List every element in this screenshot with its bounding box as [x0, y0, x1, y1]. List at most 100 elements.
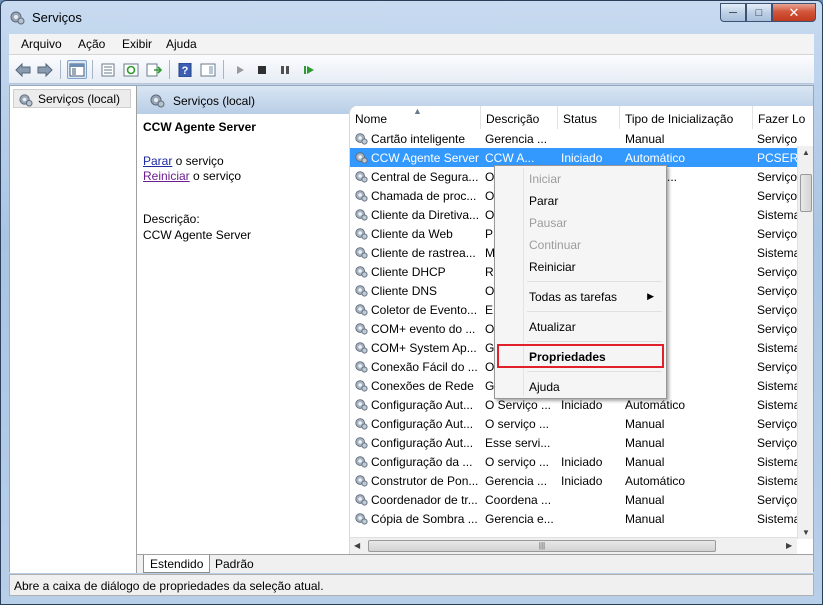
- horizontal-scroll-thumb[interactable]: |||: [368, 540, 716, 552]
- ctx-item-ajuda[interactable]: Ajuda: [497, 376, 664, 397]
- vertical-scrollbar[interactable]: ▲ ▼: [797, 146, 813, 539]
- cell-startup: Manual: [625, 512, 665, 526]
- table-row[interactable]: Configuração Aut... Esse servi... Manual Se…: [350, 433, 797, 452]
- pause-service-button[interactable]: [275, 60, 295, 79]
- tab-estendido[interactable]: Estendido: [143, 555, 211, 573]
- cell-desc: O Serviço ...: [485, 398, 552, 412]
- service-gear-icon: [355, 152, 368, 164]
- ctx-item-reiniciar[interactable]: Reiniciar: [497, 256, 664, 277]
- cell-logon: Serviço: [757, 284, 798, 298]
- export-list-button[interactable]: [144, 60, 164, 79]
- scroll-left-icon[interactable]: ◀: [354, 541, 360, 550]
- column-header-label: Tipo de Inicialização: [625, 112, 734, 126]
- table-row[interactable]: Cópia de Sombra ... Gerencia e... Manual Si…: [350, 509, 799, 528]
- cell-desc: Gerencia e...: [485, 512, 554, 526]
- menu-ajuda[interactable]: Ajuda: [166, 37, 197, 51]
- cell-name: Coordenador de tr...: [371, 493, 478, 507]
- services-gear-icon: [150, 94, 165, 108]
- show-hide-tree-button[interactable]: [67, 60, 87, 79]
- menu-exibir[interactable]: Exibir: [122, 37, 152, 51]
- close-icon: ✕: [788, 4, 800, 20]
- table-row[interactable]: Configuração da ... O serviço ... Iniciado…: [350, 452, 799, 471]
- ctx-item-iniciar[interactable]: Iniciar: [497, 168, 664, 189]
- ctx-label: Pausar: [529, 216, 568, 230]
- cell-desc: Gerencia ...: [485, 132, 548, 146]
- service-gear-icon: [355, 513, 368, 525]
- back-button[interactable]: [13, 60, 33, 79]
- tree-item-services-local[interactable]: Serviços (local): [13, 89, 131, 108]
- menu-acao[interactable]: Ação: [78, 37, 105, 51]
- cell-status: Iniciado: [561, 474, 603, 488]
- service-gear-icon: [355, 418, 368, 430]
- vertical-scroll-thumb[interactable]: [800, 174, 812, 212]
- cell-desc: CCW A...: [485, 151, 535, 165]
- column-header-name[interactable]: ▲ Nome: [350, 106, 481, 129]
- stop-service-link[interactable]: Parar: [143, 154, 172, 168]
- column-header-label: Nome: [355, 112, 388, 126]
- ctx-item-continuar[interactable]: Continuar: [497, 234, 664, 255]
- title-bar[interactable]: Serviços ─ □ ✕: [1, 1, 822, 33]
- service-gear-icon: [355, 361, 368, 373]
- column-header-startup-type[interactable]: Tipo de Inicialização: [620, 106, 753, 129]
- scroll-up-icon[interactable]: ▲: [802, 148, 810, 157]
- horizontal-scrollbar[interactable]: ◀ ||| ▶: [350, 537, 797, 554]
- close-button[interactable]: ✕: [772, 3, 816, 22]
- cell-name: Cliente da Web: [371, 227, 453, 241]
- column-header-logon[interactable]: Fazer Lo: [753, 106, 813, 129]
- cell-logon: Serviço: [757, 265, 798, 279]
- cell-logon: Sistema: [757, 455, 799, 469]
- column-header-status[interactable]: Status: [558, 106, 620, 129]
- minimize-icon: ─: [729, 6, 737, 19]
- cell-startup: Automático: [625, 151, 686, 165]
- view-tabs: Estendido Padrão: [137, 554, 813, 573]
- forward-button[interactable]: [35, 60, 55, 79]
- ctx-item-parar[interactable]: Parar: [497, 190, 664, 211]
- cell-name: Cópia de Sombra ...: [371, 512, 478, 526]
- column-header-label: Descrição: [486, 112, 540, 126]
- ctx-label: Reiniciar: [529, 260, 576, 274]
- minimize-button[interactable]: ─: [720, 3, 746, 22]
- table-row[interactable]: Cartão inteligente Gerencia ... Manual Serv…: [350, 129, 797, 148]
- table-row[interactable]: Coordenador de tr... Coordena ... Manual Se…: [350, 490, 797, 509]
- table-row[interactable]: Construtor de Pon... Gerencia ... Iniciado…: [350, 471, 799, 490]
- cell-logon: Serviço: [757, 170, 798, 184]
- cell-name: Cartão inteligente: [371, 132, 466, 146]
- scroll-right-icon[interactable]: ▶: [786, 541, 792, 550]
- service-gear-icon: [355, 437, 368, 449]
- maximize-button[interactable]: □: [746, 3, 772, 22]
- properties-list-button[interactable]: [98, 60, 118, 79]
- cell-logon: Sistema: [757, 208, 799, 222]
- description-value: CCW Agente Server: [143, 228, 252, 242]
- sort-ascending-icon: ▲: [413, 106, 422, 116]
- ctx-item-pausar[interactable]: Pausar: [497, 212, 664, 233]
- description-label: Descrição:: [143, 212, 200, 226]
- ctx-label: Parar: [529, 194, 559, 208]
- service-gear-icon: [355, 399, 368, 411]
- scroll-down-icon[interactable]: ▼: [802, 528, 810, 537]
- ctx-item-todas-as-tarefas[interactable]: Todas as tarefas ▶: [497, 286, 664, 307]
- refresh-icon: [123, 63, 139, 76]
- stop-service-button[interactable]: [252, 60, 272, 79]
- refresh-button[interactable]: [121, 60, 141, 79]
- service-gear-icon: [355, 304, 368, 316]
- show-action-pane-button[interactable]: [198, 60, 218, 79]
- column-header-label: Status: [563, 112, 598, 126]
- cell-desc: O serviço ...: [485, 417, 550, 431]
- tab-padrao[interactable]: Padrão: [209, 555, 260, 573]
- cell-logon: Serviço: [757, 493, 798, 507]
- stop-icon: [258, 65, 266, 74]
- ctx-item-atualizar[interactable]: Atualizar: [497, 316, 664, 337]
- table-row[interactable]: Configuração Aut... O serviço ... Manual Se…: [350, 414, 797, 433]
- restart-service-button[interactable]: [299, 60, 319, 79]
- column-header-description[interactable]: Descrição: [481, 106, 558, 129]
- list-icon: [101, 63, 115, 76]
- cell-name: Cliente de rastrea...: [371, 246, 476, 260]
- help-button[interactable]: ?: [175, 60, 195, 79]
- cell-name: Configuração Aut...: [371, 398, 474, 412]
- menu-arquivo[interactable]: Arquivo: [21, 37, 62, 51]
- service-gear-icon: [355, 323, 368, 335]
- service-gear-icon: [355, 475, 368, 487]
- start-service-button[interactable]: [230, 60, 250, 79]
- toolbar: ?: [9, 55, 814, 84]
- restart-service-link[interactable]: Reiniciar: [143, 169, 190, 183]
